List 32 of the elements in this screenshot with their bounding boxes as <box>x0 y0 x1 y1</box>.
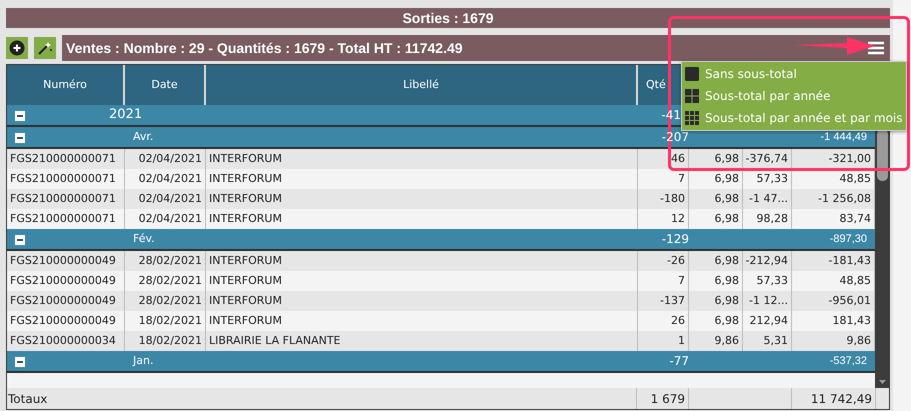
collapse-icon[interactable] <box>15 357 25 367</box>
group-total: -537,32 <box>830 354 867 369</box>
group-row[interactable]: Jan. -77 -537,32 <box>7 351 875 373</box>
magic-wand-icon <box>37 40 53 56</box>
totals-amount: 11 742,49 <box>792 388 876 409</box>
window-title: Sorties : 1679 <box>402 8 494 28</box>
totals-quantity: 1 679 <box>637 388 689 409</box>
table-cell: 6,98 <box>689 149 743 169</box>
collapse-icon[interactable] <box>15 133 25 143</box>
group-label: 2021 <box>109 106 142 124</box>
collapse-icon[interactable] <box>15 235 25 245</box>
menu-icon[interactable] <box>868 41 884 55</box>
table-cell: -376,74 <box>743 149 792 169</box>
square-icon <box>685 67 699 81</box>
group-total: -1 444,49 <box>820 130 867 145</box>
plus-circle-icon <box>9 40 25 56</box>
group-quantity: -129 <box>662 231 689 248</box>
group-total: -897,30 <box>830 232 867 247</box>
scroll-down-icon[interactable] <box>879 380 886 384</box>
group-row[interactable]: Fév. -129 -897,30 <box>7 229 875 251</box>
group-label: Jan. <box>133 352 154 369</box>
collapse-icon[interactable] <box>15 111 25 121</box>
summary-text: Ventes : Nombre : 29 - Quantités : 1679 - Total HT : 11742.49 <box>66 38 463 58</box>
wand-button[interactable] <box>34 37 56 59</box>
grid-icon <box>685 89 699 103</box>
grid-icon <box>685 111 699 125</box>
group-label: Avr. <box>133 128 154 145</box>
scrollbar-thumb[interactable] <box>877 129 888 181</box>
totals-label: Totaux <box>7 388 637 409</box>
group-quantity: -77 <box>669 353 689 370</box>
add-button[interactable] <box>6 37 28 59</box>
group-label: Fév. <box>133 230 155 247</box>
